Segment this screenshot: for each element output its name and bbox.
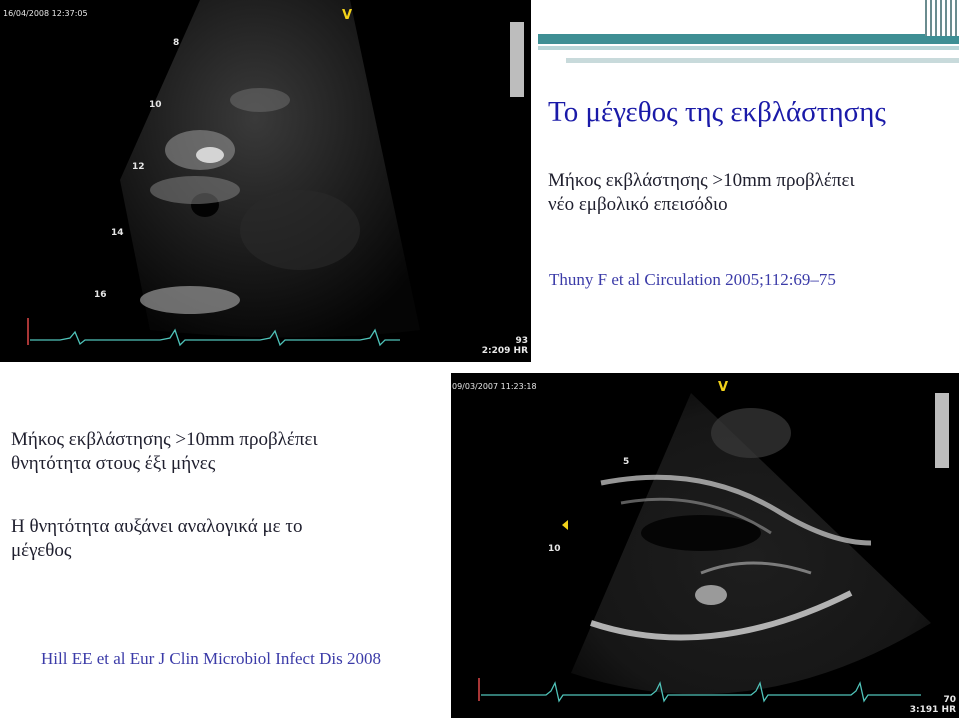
timestamp-bottom: 09/03/2007 11:23:18	[452, 382, 537, 391]
text-line: Η θνητότητα αυξάνει αναλογικά με το	[11, 516, 303, 537]
heart-rate-value: 93	[515, 336, 528, 346]
depth-label: 12	[132, 162, 145, 172]
header-vertical-bars	[925, 0, 959, 36]
reference-hill: Hill EE et al Eur J Clin Microbiol Infec…	[41, 649, 381, 668]
heart-rate-unit: HR	[941, 705, 956, 715]
heart-rate-readout-top: 93 2:209 HR	[482, 336, 528, 356]
echocardiogram-image-bottom: 09/03/2007 11:23:18 V 5 10 70 3:191 HR	[451, 373, 959, 718]
slide-title: Το μέγεθος της εκβλάστησης	[548, 96, 886, 128]
depth-label: 10	[548, 544, 561, 554]
depth-label: 16	[94, 290, 107, 300]
depth-label: 14	[111, 228, 124, 238]
depth-label: 10	[149, 100, 162, 110]
heart-rate-readout-bottom: 70 3:191 HR	[910, 695, 956, 715]
point-embolic-event: Μήκος εκβλάστησης >10mm προβλέπει νέο εμ…	[548, 169, 855, 217]
header-stripe-dark	[538, 34, 959, 44]
header-stripe-mid	[566, 58, 959, 63]
text-line: Μήκος εκβλάστησης >10mm προβλέπει	[548, 170, 855, 191]
depth-label: 8	[173, 38, 180, 48]
text-line: νέο εμβολικό επεισόδιο	[548, 194, 728, 215]
heart-rate-value: 70	[943, 695, 956, 705]
echocardiogram-image-top: 16/04/2008 12:37:05 V 8 10 12 14 16 93 2…	[0, 0, 531, 362]
text-line: Μήκος εκβλάστησης >10mm προβλέπει	[11, 429, 318, 450]
ultrasound-sector-bottom	[478, 393, 949, 703]
reference-thuny: Thuny F et al Circulation 2005;112:69–75	[549, 270, 836, 289]
frame-counter: 2:209	[481, 346, 511, 356]
timestamp-top: 16/04/2008 12:37:05	[3, 9, 88, 18]
orientation-marker-top: V	[342, 8, 353, 23]
ultrasound-sector-top	[27, 0, 524, 347]
point-mortality-size: Η θνητότητα αυξάνει αναλογικά με το μέγε…	[11, 515, 303, 563]
header-stripe-light	[538, 46, 959, 50]
text-line: θνητότητα στους έξι μήνες	[11, 453, 216, 474]
orientation-marker-bottom: V	[718, 380, 729, 395]
frame-counter: 3:191	[909, 705, 939, 715]
depth-label: 5	[623, 457, 630, 467]
text-line: μέγεθος	[11, 540, 72, 561]
point-mortality-six-months: Μήκος εκβλάστησης >10mm προβλέπει θνητότ…	[11, 428, 318, 476]
heart-rate-unit: HR	[513, 346, 528, 356]
